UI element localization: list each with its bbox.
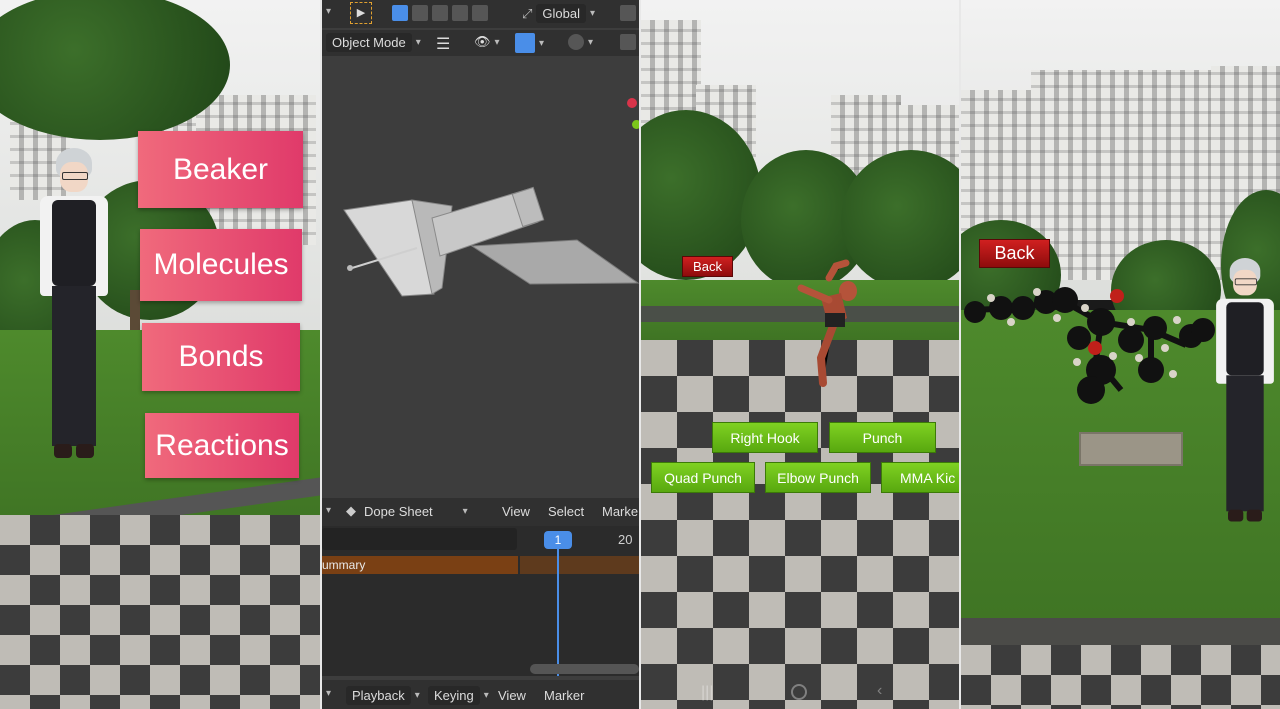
molecule-model[interactable]: [961, 270, 1221, 410]
select-extend-icon[interactable]: [412, 5, 428, 21]
selection-mode-icons[interactable]: [392, 5, 488, 21]
playhead[interactable]: [557, 548, 559, 676]
summary-track: [520, 556, 639, 574]
viewport-header-mode: Object Mode ▾ ☰ 👁 ▾ ▾ ▾: [322, 30, 639, 56]
chevron-down-icon: ▾: [483, 690, 489, 701]
ar-fighter-panel: Back Right Hook Punch Quad Punch Elbow P…: [641, 0, 959, 709]
timeline-scrollbar[interactable]: [530, 664, 639, 674]
dope-sheet-icon: ◆: [346, 503, 356, 518]
avatar-character: [34, 148, 114, 478]
playback-dropdown[interactable]: Playback ▾: [346, 686, 420, 705]
menu-marker[interactable]: Marke: [602, 504, 638, 519]
android-back-icon[interactable]: ‹: [877, 682, 882, 700]
orientation-label: Global: [536, 4, 586, 23]
quad-punch-button[interactable]: Quad Punch: [651, 462, 755, 493]
chevron-down-icon[interactable]: ▾: [326, 505, 331, 516]
transform-orientation-dropdown[interactable]: ⤢ Global ▾: [522, 4, 595, 23]
current-frame-badge[interactable]: 1: [544, 531, 572, 549]
timeline-menu-marker[interactable]: Marker: [544, 688, 584, 703]
right-hook-button[interactable]: Right Hook: [712, 422, 818, 453]
timeline-menu-view[interactable]: View: [498, 688, 526, 703]
gizmo-toggle-icon[interactable]: ▾: [515, 33, 544, 53]
checkered-pavement: [961, 645, 1280, 709]
viewport-header-top: ▾ ▶ ⤢ Global ▾: [322, 0, 639, 28]
select-tool-icon[interactable]: ▶: [350, 2, 372, 24]
chevron-down-icon: ▾: [589, 8, 596, 19]
molecules-button[interactable]: Molecules: [140, 229, 302, 301]
ar-chemistry-menu-panel: Beaker Molecules Bonds Reactions: [0, 0, 320, 709]
link-icon[interactable]: [620, 5, 636, 21]
chevron-down-icon: ▾: [415, 37, 421, 48]
elbow-punch-button[interactable]: Elbow Punch: [765, 462, 871, 493]
overlay-icon[interactable]: ▾: [568, 34, 593, 50]
blender-editor-panel: ▾ ▶ ⤢ Global ▾ Object Mode ▾ ☰ 👁 ▾ ▾ ▾ ▾…: [322, 0, 639, 709]
select-subtract-icon[interactable]: [432, 5, 448, 21]
ar-molecule-panel: Back: [961, 0, 1280, 709]
avatar-character: [1211, 258, 1279, 539]
mma-kick-button[interactable]: MMA Kic: [881, 462, 959, 493]
menu-select[interactable]: Select: [548, 504, 584, 519]
checkered-pavement: [0, 515, 320, 709]
checkered-pavement: [641, 340, 959, 709]
dope-sheet-header: ▾ ◆ Dope Sheet ▾ View Select Marke: [322, 498, 639, 526]
reactions-button[interactable]: Reactions: [145, 413, 299, 478]
keying-dropdown[interactable]: Keying ▾: [428, 686, 489, 705]
xray-icon[interactable]: [620, 34, 636, 50]
path-border: [961, 618, 1280, 648]
solar-panel: [470, 239, 639, 285]
frame-tick-label: 20: [618, 532, 633, 547]
android-recents-icon[interactable]: |||: [701, 684, 713, 702]
hamburger-menu-icon[interactable]: ☰: [436, 34, 450, 54]
object-mode-dropdown[interactable]: Object Mode ▾: [326, 33, 421, 52]
visibility-icon[interactable]: 👁 ▾: [474, 34, 500, 50]
editor-type-label: Dope Sheet: [364, 503, 433, 519]
channel-search-input[interactable]: [322, 528, 517, 550]
editor-type-dropdown[interactable]: ◆ Dope Sheet ▾: [346, 503, 468, 519]
back-button[interactable]: Back: [979, 239, 1050, 268]
summary-channel[interactable]: ummary: [322, 556, 518, 574]
keying-label: Keying: [428, 686, 480, 705]
menu-view[interactable]: View: [502, 504, 530, 519]
bonds-button[interactable]: Bonds: [142, 323, 300, 391]
select-box-icon[interactable]: [392, 5, 408, 21]
mode-label: Object Mode: [326, 33, 412, 52]
chevron-down-icon: ▾: [414, 690, 420, 701]
3d-viewport[interactable]: [322, 58, 639, 496]
fighter-character: [797, 259, 857, 387]
android-home-icon[interactable]: [791, 684, 807, 700]
select-intersect-icon[interactable]: [472, 5, 488, 21]
playback-label: Playback: [346, 686, 411, 705]
orientation-icon: ⤢: [522, 5, 533, 21]
punch-button[interactable]: Punch: [829, 422, 936, 453]
beaker-button[interactable]: Beaker: [138, 131, 303, 208]
satellite-model[interactable]: [322, 58, 639, 496]
back-button[interactable]: Back: [682, 256, 733, 277]
timeline-footer: ▾ Playback ▾ Keying ▾ View Marker: [322, 680, 639, 709]
ground-vent: [1079, 432, 1183, 466]
select-invert-icon[interactable]: [452, 5, 468, 21]
chevron-down-icon[interactable]: ▾: [326, 688, 331, 699]
chevron-down-icon: ▾: [462, 505, 468, 517]
chevron-down-icon[interactable]: ▾: [326, 6, 331, 17]
